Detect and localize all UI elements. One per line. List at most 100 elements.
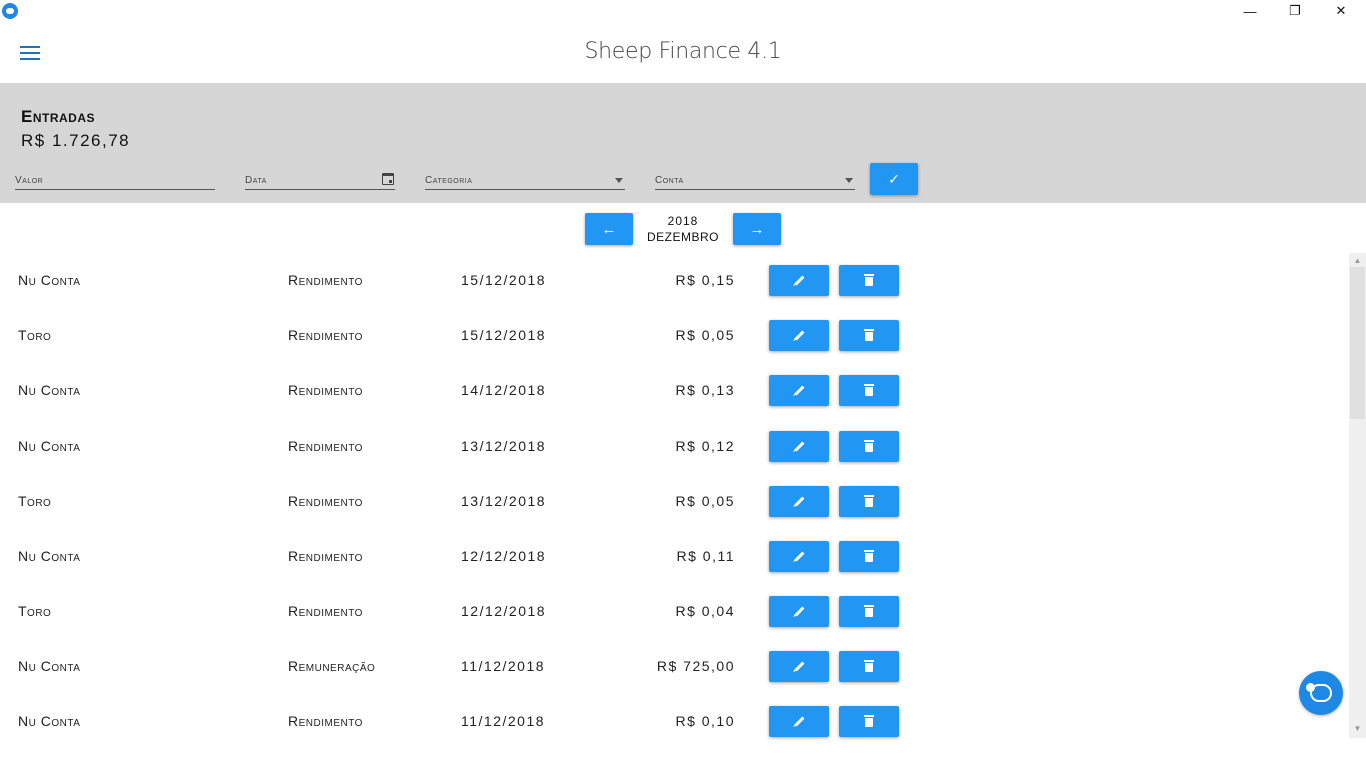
row-valor: R$ 0,05 (675, 327, 735, 343)
categoria-select[interactable]: Categoria (425, 175, 625, 190)
table-row: Nu Conta Rendimento 15/12/2018 R$ 0,15 (0, 263, 1340, 318)
delete-button[interactable] (839, 651, 899, 682)
categoria-label: Categoria (425, 175, 473, 186)
edit-button[interactable] (769, 320, 829, 351)
next-month-button[interactable]: → (733, 213, 781, 245)
edit-button[interactable] (769, 596, 829, 627)
row-data: 13/12/2018 (461, 493, 547, 509)
period-year: 2018 (667, 214, 699, 228)
row-data: 14/12/2018 (461, 382, 547, 398)
row-data: 12/12/2018 (461, 603, 547, 619)
scroll-down-icon[interactable]: ▼ (1349, 721, 1366, 735)
table-row: Nu Conta Rendimento 14/12/2018 R$ 0,13 (0, 373, 1340, 428)
check-icon: ✓ (888, 170, 900, 187)
row-valor: R$ 0,15 (675, 272, 735, 288)
sheep-info-icon (1306, 683, 1332, 702)
row-conta: Toro (18, 493, 52, 509)
row-categoria: Rendimento (288, 438, 363, 454)
trash-icon (864, 274, 874, 286)
app-logo-icon (2, 3, 18, 19)
table-row: Toro Rendimento 15/12/2018 R$ 0,05 (0, 318, 1340, 373)
trash-icon (864, 605, 874, 617)
pencil-icon (794, 606, 804, 617)
edit-button[interactable] (769, 431, 829, 462)
delete-button[interactable] (839, 431, 899, 462)
delete-button[interactable] (839, 486, 899, 517)
delete-button[interactable] (839, 375, 899, 406)
submit-button[interactable]: ✓ (870, 163, 918, 195)
pencil-icon (794, 385, 804, 396)
calendar-icon[interactable] (382, 173, 394, 185)
minimize-button[interactable]: — (1227, 0, 1273, 22)
row-conta: Nu Conta (18, 713, 81, 729)
table-row: Nu Conta Rendimento 11/12/2018 R$ 0,10 (0, 704, 1340, 759)
table-row: Toro Rendimento 13/12/2018 R$ 0,05 (0, 484, 1340, 539)
conta-label: Conta (655, 175, 684, 186)
previous-month-button[interactable]: ← (585, 213, 633, 245)
trash-icon (864, 715, 874, 727)
conta-select[interactable]: Conta (655, 175, 855, 190)
pencil-icon (794, 496, 804, 507)
edit-button[interactable] (769, 375, 829, 406)
vertical-scrollbar[interactable]: ▲ ▼ (1349, 253, 1366, 738)
row-data: 15/12/2018 (461, 327, 547, 343)
row-valor: R$ 0,13 (675, 382, 735, 398)
trash-icon (864, 495, 874, 507)
row-conta: Nu Conta (18, 382, 81, 398)
edit-button[interactable] (769, 541, 829, 572)
summary-title: Entradas (21, 107, 96, 126)
row-valor: R$ 725,00 (656, 658, 735, 674)
help-fab-button[interactable] (1299, 671, 1343, 715)
data-label: Data (245, 175, 267, 186)
edit-button[interactable] (769, 265, 829, 296)
trash-icon (864, 660, 874, 672)
arrow-left-icon: ← (601, 220, 617, 238)
period-display: 2018 DEZEMBRO (633, 213, 733, 245)
app-header: Sheep Finance 4.1 (0, 22, 1366, 83)
close-button[interactable]: ✕ (1318, 0, 1364, 22)
row-categoria: Rendimento (288, 327, 363, 343)
edit-button[interactable] (769, 706, 829, 737)
trash-icon (864, 550, 874, 562)
restore-button[interactable]: ❐ (1272, 0, 1318, 22)
delete-button[interactable] (839, 320, 899, 351)
table-row: Nu Conta Rendimento 13/12/2018 R$ 0,12 (0, 429, 1340, 484)
arrow-right-icon: → (749, 220, 765, 238)
row-valor: R$ 0,05 (675, 493, 735, 509)
trash-icon (864, 384, 874, 396)
row-valor: R$ 0,12 (675, 438, 735, 454)
table-row: Toro Rendimento 12/12/2018 R$ 0,04 (0, 594, 1340, 649)
delete-button[interactable] (839, 541, 899, 572)
valor-label: Valor (15, 175, 44, 186)
trash-icon (864, 329, 874, 341)
row-categoria: Rendimento (288, 272, 363, 288)
row-valor: R$ 0,10 (675, 713, 735, 729)
summary-panel: Entradas R$ 1.726,78 Valor Data Categori… (0, 83, 1366, 203)
row-conta: Nu Conta (18, 658, 81, 674)
trash-icon (864, 440, 874, 452)
row-data: 13/12/2018 (461, 438, 547, 454)
pencil-icon (794, 441, 804, 452)
valor-field[interactable]: Valor (15, 175, 215, 190)
edit-button[interactable] (769, 486, 829, 517)
delete-button[interactable] (839, 706, 899, 737)
row-conta: Nu Conta (18, 548, 81, 564)
edit-button[interactable] (769, 651, 829, 682)
period-month: DEZEMBRO (646, 230, 719, 244)
table-row: Nu Conta Remuneração 11/12/2018 R$ 725,0… (0, 649, 1340, 704)
data-field[interactable]: Data (245, 173, 395, 190)
row-data: 11/12/2018 (461, 658, 546, 674)
row-valor: R$ 0,04 (675, 603, 735, 619)
pencil-icon (794, 551, 804, 562)
delete-button[interactable] (839, 265, 899, 296)
scroll-up-icon[interactable]: ▲ (1349, 253, 1366, 267)
pencil-icon (794, 275, 804, 286)
row-categoria: Rendimento (288, 382, 363, 398)
delete-button[interactable] (839, 596, 899, 627)
row-categoria: Rendimento (288, 713, 363, 729)
row-categoria: Remuneração (288, 658, 376, 674)
summary-total: R$ 1.726,78 (21, 131, 131, 150)
row-data: 15/12/2018 (461, 272, 547, 288)
scroll-thumb[interactable] (1350, 267, 1365, 419)
row-valor: R$ 0,11 (676, 548, 735, 564)
